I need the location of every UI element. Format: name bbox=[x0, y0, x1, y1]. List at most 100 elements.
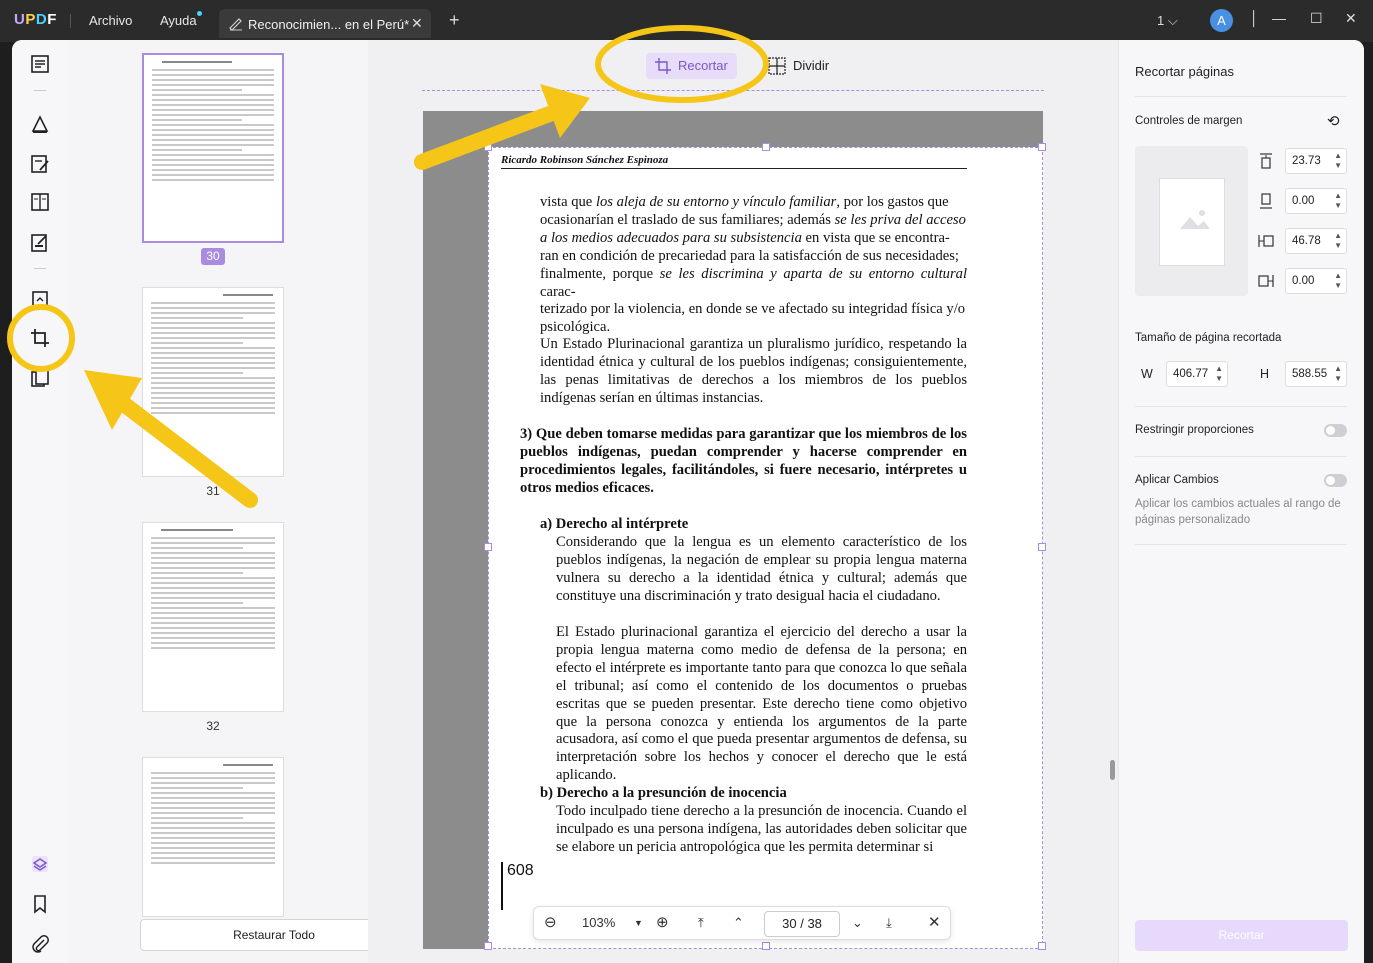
split-icon bbox=[768, 57, 786, 84]
paragraph-line: psicológica. bbox=[540, 319, 611, 336]
paragraph-line: ocasionarían el traslado de sus familiar… bbox=[540, 211, 966, 228]
close-window-icon[interactable]: ✕ bbox=[1345, 10, 1357, 27]
crop-icon bbox=[654, 57, 672, 84]
paragraph: El Estado plurinacional garantiza el eje… bbox=[556, 624, 967, 784]
width-input[interactable]: 406.77 ▲ ▼ bbox=[1166, 361, 1228, 387]
width-label: W bbox=[1141, 367, 1153, 381]
next-page-icon[interactable]: ⌄ bbox=[852, 915, 863, 931]
crop-handle[interactable] bbox=[484, 143, 492, 151]
margin-left-icon bbox=[1257, 232, 1275, 250]
tab-title: Reconocimien... en el Perú* bbox=[248, 17, 410, 32]
organize-pages-icon[interactable] bbox=[28, 288, 52, 312]
thumbnail-page-number: 30 bbox=[201, 248, 225, 265]
split-tab-button[interactable]: Dividir bbox=[768, 53, 829, 79]
crop-handle[interactable] bbox=[762, 942, 770, 950]
last-page-icon[interactable]: ⤓ bbox=[886, 915, 892, 931]
thumbnail-page[interactable] bbox=[142, 287, 284, 477]
maximize-icon[interactable]: ☐ bbox=[1310, 10, 1323, 27]
crop-tab-button[interactable]: Recortar bbox=[646, 53, 737, 79]
window-count[interactable]: 1 ⌵ bbox=[1157, 13, 1178, 29]
margin-controls-label: Controles de margen bbox=[1135, 115, 1243, 127]
subsection-heading: a) Derecho al intérprete bbox=[540, 516, 689, 532]
close-navbar-icon[interactable]: ✕ bbox=[928, 913, 941, 931]
margin-right-input[interactable]: 0.00 ▲ ▼ bbox=[1285, 268, 1347, 294]
protect-icon[interactable] bbox=[28, 366, 52, 390]
edit-pdf-icon[interactable] bbox=[28, 152, 52, 176]
notification-dot bbox=[197, 11, 202, 16]
thumbnail-page[interactable] bbox=[142, 53, 284, 243]
divider-icon: │ bbox=[1250, 10, 1259, 26]
paragraph: vista que los aleja de su entorno y vínc… bbox=[540, 194, 967, 337]
app-window: 30 31 32 Restaurar Todo Recortar Dividir… bbox=[12, 40, 1364, 963]
bookmark-icon[interactable] bbox=[28, 892, 52, 916]
height-label: H bbox=[1260, 367, 1270, 381]
paragraph: Un Estado Plurinacional garantiza un plu… bbox=[540, 336, 967, 406]
first-page-icon[interactable]: ⤒ bbox=[698, 915, 704, 931]
layers-icon[interactable] bbox=[28, 852, 52, 876]
restrict-proportions-toggle[interactable] bbox=[1324, 424, 1347, 437]
crop-apply-button[interactable]: Recortar bbox=[1135, 920, 1348, 951]
margin-right-icon bbox=[1257, 272, 1275, 290]
zoom-level[interactable]: 103% bbox=[582, 915, 615, 930]
cropped-size-label: Tamaño de página recortada bbox=[1135, 332, 1282, 344]
reader-icon[interactable] bbox=[28, 52, 52, 76]
title-bar: UPDF Archivo Ayuda Reconocimien... en el… bbox=[0, 0, 1373, 42]
margin-top-input[interactable]: 23.73 ▲ ▼ bbox=[1285, 148, 1347, 174]
section-heading: 3) Que deben tomarse medidas para garant… bbox=[520, 426, 967, 496]
panel-title: Recortar páginas bbox=[1135, 64, 1234, 79]
crop-pages-panel: Recortar páginas Controles de margen ⟲ 2… bbox=[1118, 40, 1364, 963]
apply-changes-toggle[interactable] bbox=[1324, 474, 1347, 487]
document-tab[interactable]: Reconocimien... en el Perú* ✕ bbox=[219, 9, 431, 38]
page-number-input[interactable]: 30 / 38 bbox=[764, 911, 840, 937]
divider bbox=[1135, 406, 1347, 407]
crop-handle[interactable] bbox=[484, 543, 492, 551]
tool-divider bbox=[34, 268, 46, 269]
paragraph-line: vista que los aleja de su entorno y vínc… bbox=[540, 194, 949, 210]
margin-left-input[interactable]: 46.78 ▲ ▼ bbox=[1285, 228, 1347, 254]
minimize-icon[interactable]: — bbox=[1272, 10, 1286, 26]
updf-logo: UPDF bbox=[14, 11, 57, 28]
previous-page-icon[interactable]: ⌃ bbox=[733, 915, 744, 931]
crop-tool-icon[interactable] bbox=[28, 326, 52, 350]
page-view-icon[interactable] bbox=[28, 190, 52, 214]
thumbnail-page[interactable] bbox=[142, 757, 284, 917]
thumbnail-page[interactable] bbox=[142, 522, 284, 712]
margin-bottom-input[interactable]: 0.00 ▲ ▼ bbox=[1285, 188, 1347, 214]
divider bbox=[1135, 456, 1347, 457]
menu-file[interactable]: Archivo bbox=[89, 13, 132, 28]
edit-icon bbox=[228, 15, 244, 31]
paragraph: Todo inculpado tiene derecho a la presun… bbox=[556, 803, 967, 855]
crop-handle[interactable] bbox=[762, 143, 770, 151]
zoom-dropdown-icon[interactable]: ▼ bbox=[634, 918, 643, 928]
margin-bottom-icon bbox=[1257, 192, 1275, 210]
zoom-out-icon[interactable]: ⊖ bbox=[544, 913, 557, 931]
preview-page bbox=[1159, 178, 1225, 266]
menu-help[interactable]: Ayuda bbox=[160, 13, 197, 28]
thumbnail-page-number: 32 bbox=[206, 719, 220, 733]
running-head: Ricardo Robinson Sánchez Espinoza bbox=[501, 154, 967, 169]
chevron-down-icon: ⌵ bbox=[1167, 13, 1178, 28]
crop-handle[interactable] bbox=[484, 942, 492, 950]
pdf-page[interactable]: Ricardo Robinson Sánchez Espinoza vista … bbox=[484, 143, 1046, 950]
new-tab-button[interactable]: + bbox=[449, 10, 460, 31]
scrollbar[interactable] bbox=[1110, 760, 1115, 780]
form-icon[interactable] bbox=[28, 231, 52, 255]
paragraph-line: ran en condición de precariedad para la … bbox=[540, 247, 959, 264]
reset-icon[interactable]: ⟲ bbox=[1327, 112, 1340, 130]
crop-handle[interactable] bbox=[1038, 543, 1046, 551]
paragraph: Considerando que la lengua es un element… bbox=[556, 534, 967, 604]
paragraph-line: a los medios adecuados para su subsisten… bbox=[540, 229, 950, 246]
tool-divider bbox=[34, 90, 46, 91]
height-input[interactable]: 588.55 ▲ ▼ bbox=[1285, 361, 1347, 387]
tab-close-icon[interactable]: ✕ bbox=[411, 15, 423, 32]
avatar[interactable]: A bbox=[1210, 9, 1233, 32]
crop-handle[interactable] bbox=[1038, 143, 1046, 151]
attachment-icon[interactable] bbox=[28, 932, 52, 956]
page-navigation-bar: ⊖ 103% ▼ ⊕ ⤒ ⌃ 30 / 38 ⌄ ⤓ ✕ bbox=[533, 906, 951, 940]
apply-changes-description: Aplicar los cambios actuales al rango de… bbox=[1135, 498, 1341, 526]
zoom-in-icon[interactable]: ⊕ bbox=[656, 913, 669, 931]
paragraph-line: terizado por la violencia, en donde se v… bbox=[540, 301, 966, 318]
apply-changes-label: Aplicar Cambios bbox=[1135, 474, 1219, 486]
crop-handle[interactable] bbox=[1038, 942, 1046, 950]
comment-icon[interactable] bbox=[28, 112, 52, 136]
